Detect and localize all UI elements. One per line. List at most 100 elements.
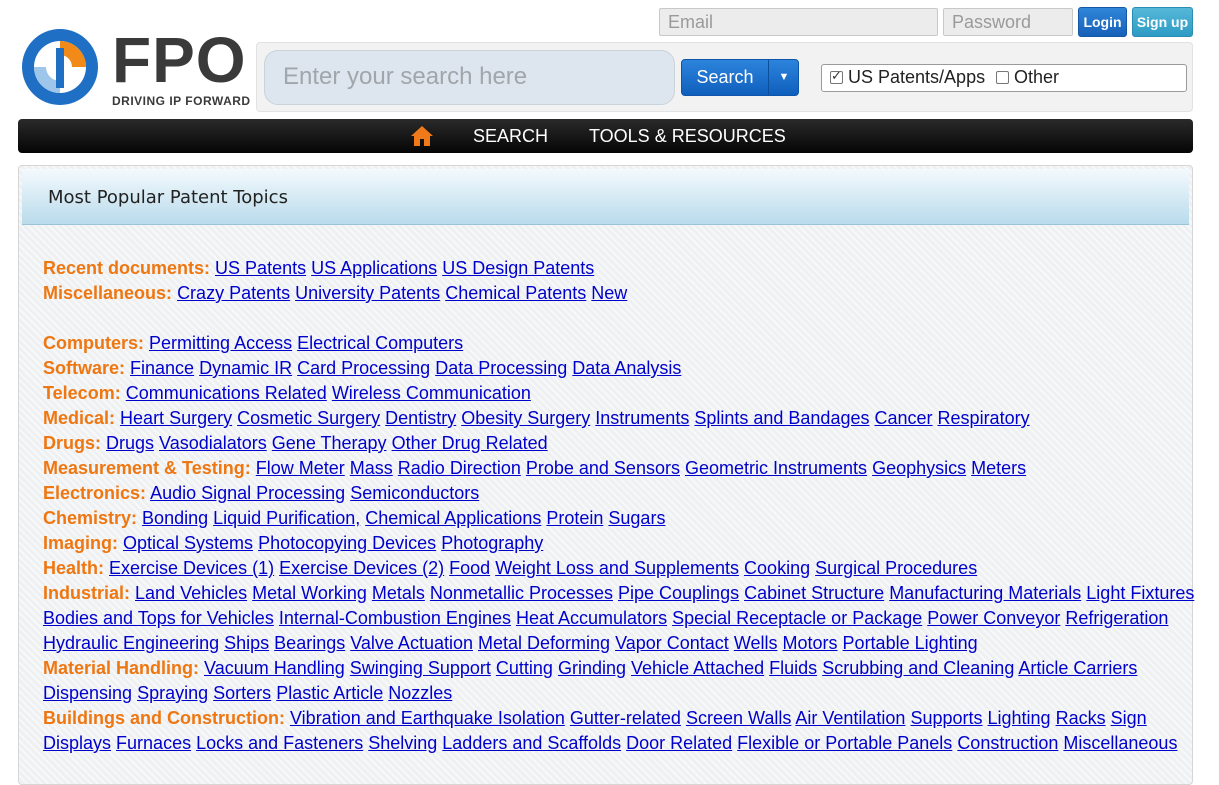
topic-link[interactable]: Other Drug Related	[392, 433, 548, 453]
topic-link[interactable]: Lighting	[988, 708, 1051, 728]
topic-link[interactable]: Screen Walls	[686, 708, 791, 728]
topic-link[interactable]: Cabinet Structure	[744, 583, 884, 603]
topic-link[interactable]: Vasodialators	[159, 433, 267, 453]
topic-link[interactable]: Flow Meter	[256, 458, 345, 478]
topic-link[interactable]: Geophysics	[872, 458, 966, 478]
us-patents-label[interactable]: US Patents/Apps	[848, 67, 985, 88]
topic-link[interactable]: Fluids	[769, 658, 817, 678]
topic-link[interactable]: Internal-Combustion Engines	[279, 608, 511, 628]
topic-link[interactable]: Data Analysis	[572, 358, 681, 378]
topic-link[interactable]: Radio Direction	[398, 458, 521, 478]
topic-link[interactable]: Dispensing	[43, 683, 132, 703]
topic-link[interactable]: Pipe Couplings	[618, 583, 739, 603]
topic-link[interactable]: Portable Lighting	[843, 633, 978, 653]
topic-link[interactable]: Miscellaneous	[1063, 733, 1177, 753]
topic-link[interactable]: Photocopying Devices	[258, 533, 436, 553]
topic-link[interactable]: Probe and Sensors	[526, 458, 680, 478]
topic-link[interactable]: Surgical Procedures	[815, 558, 977, 578]
topic-link[interactable]: Air Ventilation	[795, 708, 905, 728]
nav-tools-resources[interactable]: TOOLS & RESOURCES	[589, 119, 786, 153]
topic-link[interactable]: Chemical Applications	[365, 508, 541, 528]
topic-link[interactable]: University Patents	[295, 283, 440, 303]
topic-link[interactable]: Dentistry	[385, 408, 456, 428]
search-input[interactable]: Enter your search here	[264, 50, 675, 105]
topic-link[interactable]: Shelving	[368, 733, 437, 753]
topic-link[interactable]: Construction	[957, 733, 1058, 753]
topic-link[interactable]: Splints and Bandages	[694, 408, 869, 428]
topic-link[interactable]: Cutting	[496, 658, 553, 678]
topic-link[interactable]: Bodies and Tops for Vehicles	[43, 608, 274, 628]
topic-link[interactable]: Chemical Patents	[445, 283, 586, 303]
topic-link[interactable]: Nozzles	[388, 683, 452, 703]
topic-link[interactable]: Refrigeration	[1065, 608, 1168, 628]
topic-link[interactable]: Exercise Devices (1)	[109, 558, 274, 578]
topic-link[interactable]: US Patents	[215, 258, 306, 278]
topic-link[interactable]: Heat Accumulators	[516, 608, 667, 628]
topic-link[interactable]: Displays	[43, 733, 111, 753]
topic-link[interactable]: Bearings	[274, 633, 345, 653]
topic-link[interactable]: New	[591, 283, 627, 303]
signup-button[interactable]: Sign up	[1132, 7, 1193, 37]
topic-link[interactable]: Gutter-related	[570, 708, 681, 728]
topic-link[interactable]: Spraying	[137, 683, 208, 703]
topic-link[interactable]: Food	[449, 558, 490, 578]
topic-link[interactable]: Audio Signal Processing	[150, 483, 345, 503]
topic-link[interactable]: Metal Deforming	[478, 633, 610, 653]
topic-link[interactable]: Power Conveyor	[927, 608, 1060, 628]
topic-link[interactable]: Ships	[224, 633, 269, 653]
topic-link[interactable]: Nonmetallic Processes	[430, 583, 613, 603]
topic-link[interactable]: Dynamic IR	[199, 358, 292, 378]
topic-link[interactable]: Vapor Contact	[615, 633, 729, 653]
topic-link[interactable]: Cooking	[744, 558, 810, 578]
topic-link[interactable]: Plastic Article	[276, 683, 383, 703]
topic-link[interactable]: Gene Therapy	[272, 433, 387, 453]
topic-link[interactable]: Light Fixtures	[1086, 583, 1194, 603]
topic-link[interactable]: Vibration and Earthquake Isolation	[290, 708, 565, 728]
topic-link[interactable]: Weight Loss and Supplements	[495, 558, 739, 578]
chevron-down-icon[interactable]: ▼	[769, 60, 799, 95]
topic-link[interactable]: Respiratory	[938, 408, 1030, 428]
nav-search[interactable]: SEARCH	[473, 119, 548, 153]
topic-link[interactable]: Racks	[1056, 708, 1106, 728]
topic-link[interactable]: Data Processing	[435, 358, 567, 378]
topic-link[interactable]: Flexible or Portable Panels	[737, 733, 952, 753]
search-button[interactable]: Search ▼	[681, 59, 799, 96]
topic-link[interactable]: Swinging Support	[350, 658, 491, 678]
topic-link[interactable]: Vehicle Attached	[631, 658, 764, 678]
topic-link[interactable]: Vacuum Handling	[204, 658, 345, 678]
topic-link[interactable]: Hydraulic Engineering	[43, 633, 219, 653]
topic-link[interactable]: Motors	[783, 633, 838, 653]
topic-link[interactable]: Sign	[1111, 708, 1147, 728]
topic-link[interactable]: Ladders and Scaffolds	[442, 733, 621, 753]
topic-link[interactable]: Cancer	[875, 408, 933, 428]
topic-link[interactable]: US Applications	[311, 258, 437, 278]
topic-link[interactable]: Manufacturing Materials	[889, 583, 1081, 603]
topic-link[interactable]: Optical Systems	[123, 533, 253, 553]
fpo-logo[interactable]: FPO DRIVING IP FORWARD	[20, 26, 252, 108]
other-checkbox[interactable]	[996, 71, 1009, 84]
topic-link[interactable]: Geometric Instruments	[685, 458, 867, 478]
topic-link[interactable]: Obesity Surgery	[461, 408, 590, 428]
us-patents-checkbox[interactable]	[830, 68, 843, 84]
topic-link[interactable]: Locks and Fasteners	[196, 733, 363, 753]
topic-link[interactable]: Protein	[546, 508, 603, 528]
topic-link[interactable]: Semiconductors	[350, 483, 479, 503]
topic-link[interactable]: Photography	[441, 533, 543, 553]
topic-link[interactable]: Permitting Access	[149, 333, 292, 353]
topic-link[interactable]: Drugs	[106, 433, 154, 453]
topic-link[interactable]: Mass	[350, 458, 393, 478]
topic-link[interactable]: Sugars	[608, 508, 665, 528]
topic-link[interactable]: Electrical Computers	[297, 333, 463, 353]
login-button[interactable]: Login	[1078, 7, 1127, 37]
topic-link[interactable]: Wireless Communication	[332, 383, 531, 403]
topic-link[interactable]: Land Vehicles	[135, 583, 247, 603]
topic-link[interactable]: Cosmetic Surgery	[237, 408, 380, 428]
topic-link[interactable]: Grinding	[558, 658, 626, 678]
home-icon[interactable]	[410, 124, 434, 148]
topic-link[interactable]: Meters	[971, 458, 1026, 478]
topic-link[interactable]: Special Receptacle or Package	[672, 608, 922, 628]
other-label[interactable]: Other	[1014, 67, 1059, 88]
topic-link[interactable]: Article Carriers	[1018, 658, 1137, 678]
topic-link[interactable]: Furnaces	[116, 733, 191, 753]
topic-link[interactable]: US Design Patents	[442, 258, 594, 278]
